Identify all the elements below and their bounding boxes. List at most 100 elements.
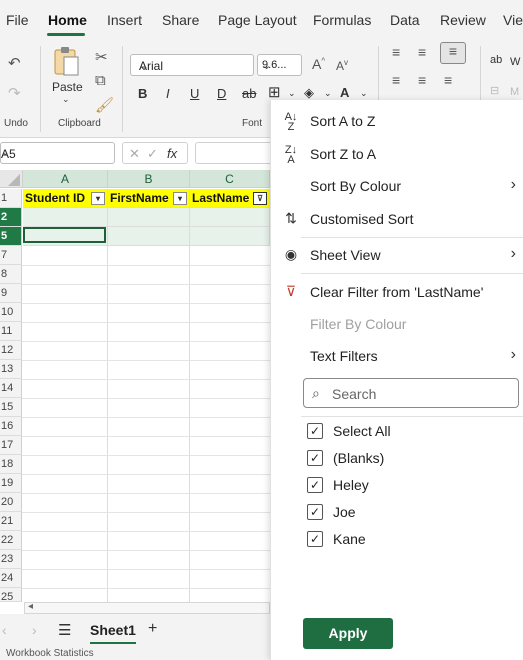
borders-icon[interactable]: ⊞ (268, 83, 281, 101)
increase-font-icon[interactable]: A^ (312, 56, 325, 72)
align-center-icon[interactable]: ≡ (418, 72, 426, 88)
active-cell-a5[interactable] (23, 227, 106, 243)
filter-dropdown-icon[interactable]: ▾ (91, 192, 105, 205)
font-name-select[interactable]: Arial ⌄ (130, 54, 254, 76)
grid-cell[interactable] (23, 208, 108, 227)
row-header[interactable]: 1 (0, 189, 22, 208)
row-header[interactable]: 2 (0, 208, 22, 227)
status-bar[interactable]: Workbook Statistics (0, 648, 270, 660)
paste-label[interactable]: Paste (52, 80, 83, 94)
scroll-left-icon[interactable]: ◂ (28, 601, 33, 612)
row-header[interactable]: 17 (0, 436, 22, 455)
tab-page-layout[interactable]: Page Layout (218, 12, 297, 28)
tab-review[interactable]: Review (440, 12, 486, 28)
tab-data[interactable]: Data (390, 12, 420, 28)
enter-icon[interactable]: ✓ (147, 146, 158, 162)
checkbox-checked-icon[interactable]: ✓ (307, 504, 323, 520)
align-top-icon[interactable]: ≡ (392, 44, 400, 60)
menu-item-clear-filter[interactable]: ⊽ Clear Filter from 'LastName' (271, 277, 523, 307)
bold-icon[interactable]: B (138, 86, 147, 101)
paste-chevron-icon[interactable]: ⌄ (62, 94, 70, 105)
sheet-tab-sheet1[interactable]: Sheet1 (90, 622, 136, 644)
align-bottom-icon[interactable]: ≡ (440, 42, 466, 64)
column-header-a[interactable]: A (23, 170, 108, 188)
underline-icon[interactable]: U (190, 86, 199, 101)
cancel-icon[interactable]: ✕ (129, 146, 140, 162)
grid-cell[interactable] (190, 208, 270, 227)
tab-formulas[interactable]: Formulas (313, 12, 371, 28)
wrap-text-icon[interactable]: ab (490, 54, 502, 66)
row-header[interactable]: 13 (0, 360, 22, 379)
align-middle-icon[interactable]: ≡ (418, 44, 426, 60)
cut-icon[interactable]: ✂ (95, 48, 108, 66)
strikethrough-icon[interactable]: ab (242, 86, 256, 101)
row-header[interactable]: 14 (0, 379, 22, 398)
grid-cell[interactable] (108, 227, 190, 246)
checkbox-checked-icon[interactable]: ✓ (307, 531, 323, 547)
undo-icon[interactable]: ↶ (8, 54, 21, 72)
row-header[interactable]: 9 (0, 284, 22, 303)
tab-insert[interactable]: Insert (107, 12, 142, 28)
row-header[interactable]: 7 (0, 246, 22, 265)
filter-active-icon[interactable]: ⊽ (253, 192, 267, 205)
menu-item-sort-by-colour[interactable]: Sort By Colour › (271, 171, 523, 201)
row-header[interactable]: 18 (0, 455, 22, 474)
menu-item-sort-a-to-z[interactable]: A↓ Z Sort A to Z (271, 106, 523, 136)
select-all-corner[interactable] (0, 170, 23, 188)
spreadsheet-grid[interactable]: A B C 1 Student ID ▾ FirstName ▾ LastNam… (0, 170, 270, 603)
row-header[interactable]: 15 (0, 398, 22, 417)
decrease-font-icon[interactable]: Av (336, 58, 348, 73)
checkbox-checked-icon[interactable]: ✓ (307, 450, 323, 466)
row-header[interactable]: 16 (0, 417, 22, 436)
grid-cell[interactable] (108, 208, 190, 227)
row-header[interactable]: 22 (0, 531, 22, 550)
menu-item-customised-sort[interactable]: ⇅ Customised Sort (271, 204, 523, 234)
italic-icon[interactable]: I (166, 86, 170, 101)
row-header[interactable]: 11 (0, 322, 22, 341)
menu-item-sheet-view[interactable]: ◉ Sheet View › (271, 240, 523, 270)
row-header[interactable]: 25 (0, 588, 22, 603)
menu-item-sort-z-to-a[interactable]: Z↓ A Sort Z to A (271, 139, 523, 169)
name-box[interactable]: A5 ⌄ (0, 142, 115, 164)
row-header[interactable]: 8 (0, 265, 22, 284)
menu-item-text-filters[interactable]: Text Filters › (271, 341, 523, 371)
row-header[interactable]: 23 (0, 550, 22, 569)
format-painter-icon[interactable]: 🖌 (95, 96, 114, 114)
filter-search-input[interactable]: ⌕ Search (303, 378, 519, 408)
align-right-icon[interactable]: ≡ (444, 72, 452, 88)
tab-file[interactable]: File (6, 12, 29, 28)
row-header[interactable]: 20 (0, 493, 22, 512)
row-header[interactable]: 24 (0, 569, 22, 588)
font-size-select[interactable]: 9.6... ⌄ (257, 54, 302, 76)
tab-share[interactable]: Share (162, 12, 199, 28)
chevron-down-icon[interactable]: ⌄ (288, 88, 296, 99)
header-cell-firstname[interactable]: FirstName ▾ (108, 189, 190, 208)
redo-icon[interactable]: ↷ (8, 84, 21, 102)
merge-icon[interactable]: ⊟ (490, 84, 499, 97)
copy-icon[interactable]: ⧉ (95, 72, 106, 89)
checkbox-heley[interactable]: ✓ Heley (307, 475, 507, 497)
double-underline-icon[interactable]: D (217, 86, 226, 101)
prev-sheet-icon[interactable]: ‹ (2, 622, 7, 638)
checkbox-checked-icon[interactable]: ✓ (307, 477, 323, 493)
row-header[interactable]: 21 (0, 512, 22, 531)
next-sheet-icon[interactable]: › (32, 622, 37, 638)
insert-function-icon[interactable]: fx (167, 146, 177, 161)
grid-cell[interactable] (190, 227, 270, 246)
header-cell-lastname[interactable]: LastName ⊽ (190, 189, 270, 208)
checkbox-kane[interactable]: ✓ Kane (307, 529, 507, 551)
row-header[interactable]: 12 (0, 341, 22, 360)
filter-dropdown-icon[interactable]: ▾ (173, 192, 187, 205)
chevron-down-icon[interactable]: ⌄ (360, 88, 368, 99)
checkbox-joe[interactable]: ✓ Joe (307, 502, 507, 524)
chevron-down-icon[interactable]: ⌄ (324, 88, 332, 99)
tab-home[interactable]: Home (48, 12, 87, 28)
checkbox-blanks[interactable]: ✓ (Blanks) (307, 448, 507, 470)
apply-button[interactable]: Apply (303, 618, 393, 649)
row-header[interactable]: 5 (0, 227, 22, 246)
merge-label[interactable]: M (510, 86, 519, 98)
wrap-text-label[interactable]: W (510, 56, 520, 68)
tab-view[interactable]: View (503, 12, 523, 28)
horizontal-scrollbar[interactable]: ◂ (24, 601, 270, 614)
add-sheet-icon[interactable]: + (148, 620, 157, 638)
